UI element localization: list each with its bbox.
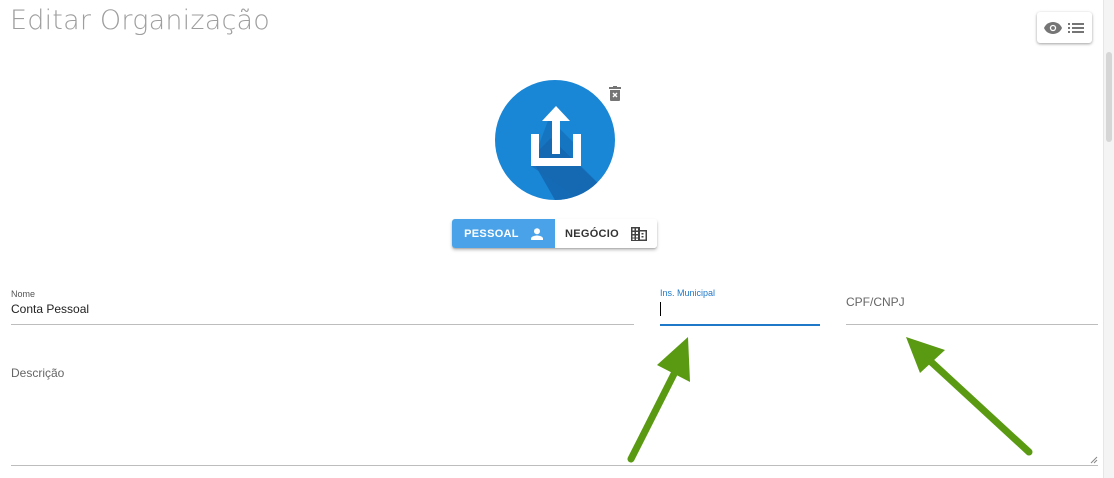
scrollbar[interactable] [1103, 0, 1114, 478]
account-type-personal-label: PESSOAL [464, 227, 519, 240]
view-toggle-group [1037, 12, 1092, 43]
text-cursor [660, 302, 661, 316]
list-icon [1068, 22, 1085, 33]
account-type-personal[interactable]: PESSOAL [452, 219, 555, 248]
ins-municipal-field[interactable]: Ins. Municipal [660, 288, 820, 326]
list-button[interactable] [1065, 17, 1087, 39]
descricao-field[interactable]: Descrição [11, 364, 1098, 466]
person-icon [530, 227, 543, 240]
cpf-cnpj-underline [846, 324, 1098, 325]
ins-municipal-underline [660, 324, 820, 326]
descricao-placeholder: Descrição [11, 366, 65, 380]
account-type-business[interactable]: NEGÓCIO [555, 219, 657, 248]
nome-label: Nome [11, 289, 36, 299]
business-icon [631, 226, 648, 241]
account-type-business-label: NEGÓCIO [564, 227, 620, 240]
eye-icon [1043, 21, 1062, 34]
cpf-cnpj-field[interactable]: CPF/CNPJ [846, 290, 1098, 325]
nome-field[interactable]: Nome Conta Pessoal [11, 289, 634, 325]
ins-municipal-label: Ins. Municipal [660, 288, 716, 298]
trash-icon [609, 86, 621, 101]
upload-icon [531, 106, 615, 200]
nome-underline [11, 324, 634, 325]
descricao-underline [11, 465, 1098, 466]
view-button[interactable] [1042, 17, 1064, 39]
scrollbar-thumb[interactable] [1106, 52, 1112, 142]
avatar-upload[interactable] [495, 80, 615, 200]
resize-handle-icon[interactable] [1090, 456, 1098, 464]
account-type-toggle: PESSOAL NEGÓCIO [452, 219, 657, 248]
nome-value: Conta Pessoal [11, 302, 90, 316]
page-title: Editar Organização [10, 5, 270, 36]
cpf-cnpj-placeholder: CPF/CNPJ [846, 295, 905, 309]
delete-avatar-button[interactable] [609, 86, 625, 104]
